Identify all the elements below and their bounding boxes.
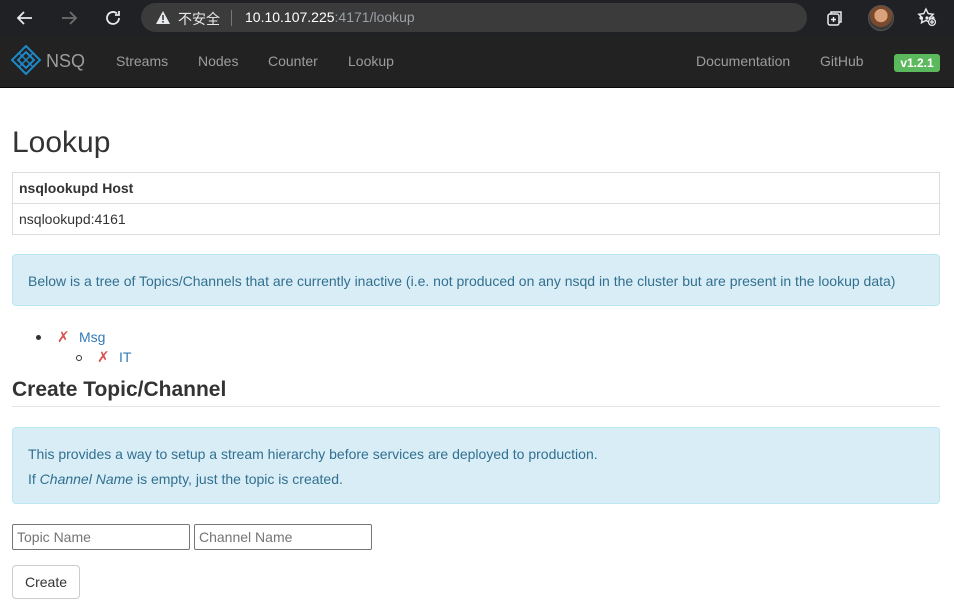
delete-channel-icon[interactable]: ✗ bbox=[97, 348, 110, 366]
warning-icon bbox=[155, 10, 171, 28]
inactive-tree: ✗ Msg ✗ IT bbox=[0, 326, 400, 366]
url-path: :4171/lookup bbox=[334, 9, 415, 25]
page-title: Lookup bbox=[12, 126, 111, 159]
inactive-info-alert: Below is a tree of Topics/Channels that … bbox=[12, 254, 940, 306]
nsq-logo-icon bbox=[10, 44, 42, 78]
brand-name: NSQ bbox=[46, 50, 86, 71]
create-info-line1: This provides a way to setup a stream hi… bbox=[28, 446, 598, 462]
version-badge: v1.2.1 bbox=[894, 54, 940, 72]
nav-nodes[interactable]: Nodes bbox=[198, 53, 238, 69]
create-info-alert: This provides a way to setup a stream hi… bbox=[12, 427, 940, 504]
create-section-title: Create Topic/Channel bbox=[12, 378, 227, 401]
nsq-navbar: NSQ Streams Nodes Counter Lookup Documen… bbox=[0, 36, 954, 88]
nav-streams[interactable]: Streams bbox=[116, 53, 168, 69]
create-info-line2: If Channel Name is empty, just the topic… bbox=[28, 471, 343, 487]
nsqlookupd-table: nsqlookupd Host nsqlookupd:4161 bbox=[12, 172, 940, 235]
info-emphasis: Channel Name bbox=[39, 471, 134, 487]
more-menu-icon[interactable] bbox=[914, 5, 940, 31]
nav-lookup[interactable]: Lookup bbox=[348, 53, 394, 69]
address-bar[interactable]: 不安全 10.10.107.225:4171/lookup bbox=[141, 3, 937, 32]
forward-arrow-icon[interactable] bbox=[56, 5, 82, 31]
section-divider bbox=[12, 406, 940, 407]
nav-documentation[interactable]: Documentation bbox=[696, 53, 790, 69]
brand[interactable]: NSQ bbox=[10, 44, 86, 78]
nav-counter[interactable]: Counter bbox=[268, 53, 318, 69]
channel-name-input[interactable] bbox=[194, 524, 372, 550]
bullet-icon bbox=[36, 335, 41, 340]
table-header: nsqlookupd Host bbox=[12, 172, 940, 204]
table-row: nsqlookupd:4161 bbox=[12, 203, 940, 235]
create-button[interactable]: Create bbox=[12, 565, 80, 599]
info-prefix: If bbox=[28, 471, 40, 487]
sub-bullet-icon bbox=[76, 355, 82, 361]
channel-link[interactable]: IT bbox=[119, 349, 131, 365]
reload-icon[interactable] bbox=[100, 5, 126, 31]
topic-link[interactable]: Msg bbox=[79, 329, 105, 345]
nav-github[interactable]: GitHub bbox=[820, 53, 864, 69]
delete-topic-icon[interactable]: ✗ bbox=[57, 328, 70, 346]
collections-icon[interactable] bbox=[822, 5, 848, 31]
table-cell: nsqlookupd:4161 bbox=[12, 203, 940, 235]
topic-name-input[interactable] bbox=[12, 524, 190, 550]
security-label: 不安全 bbox=[178, 11, 220, 27]
browser-toolbar: 不安全 10.10.107.225:4171/lookup bbox=[0, 0, 954, 36]
table-header-row: nsqlookupd Host bbox=[12, 172, 940, 204]
url-host: 10.10.107.225 bbox=[245, 9, 335, 25]
url-text: 10.10.107.225:4171/lookup bbox=[245, 9, 415, 25]
info-suffix: is empty, just the topic is created. bbox=[133, 471, 343, 487]
address-divider bbox=[231, 10, 232, 26]
back-arrow-icon[interactable] bbox=[12, 5, 38, 31]
avatar[interactable] bbox=[868, 5, 894, 31]
inactive-info-text: Below is a tree of Topics/Channels that … bbox=[28, 273, 896, 289]
